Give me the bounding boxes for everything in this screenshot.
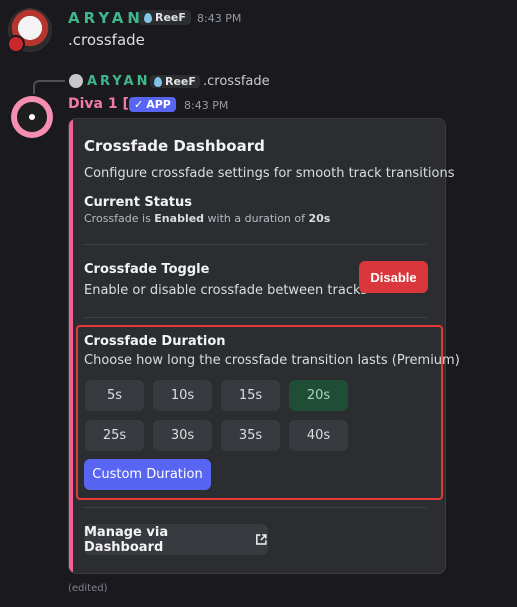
duration-title: Crossfade Duration — [84, 334, 226, 349]
reply-username[interactable]: ARYAN — [87, 74, 150, 89]
duration-option-30s[interactable]: 30s — [153, 420, 212, 451]
reply-avatar-icon[interactable] — [69, 74, 83, 88]
duration-option-5s[interactable]: 5s — [85, 380, 144, 411]
reply-line — [33, 80, 65, 94]
user-avatar[interactable] — [7, 8, 52, 53]
duration-description: Choose how long the crossfade transition… — [84, 353, 460, 368]
guild-tag-label: ReeF — [155, 11, 186, 24]
app-badge-label: APP — [146, 98, 171, 111]
reply-guild-tag-label: ReeF — [165, 75, 196, 88]
divider — [84, 507, 427, 508]
toggle-title: Crossfade Toggle — [84, 262, 210, 277]
duration-option-35s[interactable]: 35s — [221, 420, 280, 451]
avatar-status-badge — [7, 35, 25, 53]
timestamp: 8:43 PM — [197, 12, 242, 25]
bot-avatar[interactable] — [11, 96, 53, 138]
custom-duration-button[interactable]: Custom Duration — [84, 459, 211, 490]
external-link-icon — [256, 534, 267, 545]
disable-button[interactable]: Disable — [359, 261, 428, 293]
duration-option-40s[interactable]: 40s — [289, 420, 348, 451]
status-duration: 20s — [308, 212, 331, 225]
vinyl-disc-icon — [17, 102, 47, 132]
duration-option-25s[interactable]: 25s — [85, 420, 144, 451]
status-state: Enabled — [154, 212, 205, 225]
status-prefix: Crossfade is — [84, 212, 155, 225]
card-title: Crossfade Dashboard — [84, 137, 265, 155]
edited-label: (edited) — [68, 583, 108, 594]
manage-label: Manage via Dashboard — [84, 524, 169, 555]
status-mid: with a duration of — [204, 212, 309, 225]
divider — [84, 244, 427, 245]
message-text: .crossfade — [68, 31, 145, 49]
duration-option-10s[interactable]: 10s — [153, 380, 212, 411]
drop-icon — [144, 12, 152, 23]
duration-option-15s[interactable]: 15s — [221, 380, 280, 411]
card-description: Configure crossfade settings for smooth … — [84, 166, 455, 181]
drop-icon — [154, 76, 162, 87]
check-icon: ✓ — [134, 98, 144, 111]
reply-guild-tag: ReeF — [150, 75, 200, 88]
status-title: Current Status — [84, 195, 192, 210]
bot-timestamp: 8:43 PM — [184, 99, 229, 112]
username[interactable]: ARYAN — [68, 9, 144, 27]
duration-option-20s[interactable]: 20s — [289, 380, 348, 411]
toggle-description: Enable or disable crossfade between trac… — [84, 283, 368, 298]
divider — [84, 317, 427, 318]
manage-dashboard-button[interactable]: Manage via Dashboard — [84, 524, 268, 555]
guild-tag[interactable]: ReeF — [139, 10, 191, 25]
status-text: Crossfade is Enabled with a duration of … — [84, 212, 330, 225]
embed-accent-bar — [69, 119, 73, 573]
app-badge: ✓ APP — [129, 97, 176, 112]
reply-text[interactable]: .crossfade — [203, 74, 270, 89]
